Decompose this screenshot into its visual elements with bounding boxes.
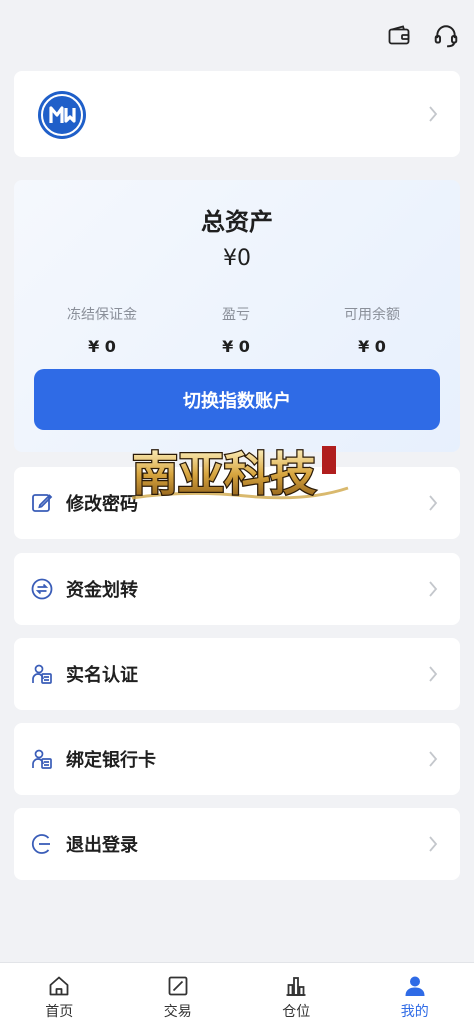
menu-item-label: 实名认证 xyxy=(66,665,138,686)
profit-loss-stat: 盈亏 ¥ 0 xyxy=(162,304,310,356)
available-balance-stat: 可用余额 ¥ 0 xyxy=(298,304,446,356)
menu-item-label: 资金划转 xyxy=(66,580,138,601)
chart-icon xyxy=(286,977,306,996)
watermark-logo: 南亚科技 xyxy=(131,446,349,502)
stat-value: ¥ 0 xyxy=(358,337,386,356)
chevron-right-icon xyxy=(429,495,438,511)
menu-item-fund-transfer[interactable]: 资金划转 xyxy=(14,553,460,625)
menu-item-logout[interactable]: 退出登录 xyxy=(14,808,460,880)
id-card-icon xyxy=(32,749,52,769)
id-card-icon xyxy=(32,664,52,684)
menu-item-bind-bank-card[interactable]: 绑定银行卡 xyxy=(14,723,460,795)
stat-value: ¥ 0 xyxy=(222,337,250,356)
stat-label: 可用余额 xyxy=(344,307,400,323)
stat-label: 冻结保证金 xyxy=(67,307,137,323)
chevron-right-icon xyxy=(429,666,438,682)
chevron-right-icon xyxy=(429,836,438,852)
tab-home[interactable]: 首页 xyxy=(0,963,119,1024)
headset-icon[interactable] xyxy=(432,22,460,50)
profile-card[interactable] xyxy=(14,71,460,157)
edit-icon xyxy=(32,494,53,512)
total-assets-title: 总资产 xyxy=(201,208,273,236)
tab-label: 交易 xyxy=(163,1004,192,1020)
chevron-right-icon xyxy=(429,581,438,597)
stat-label: 盈亏 xyxy=(222,307,250,323)
wallet-icon[interactable] xyxy=(385,22,413,50)
menu-item-label: 绑定银行卡 xyxy=(66,750,156,771)
menu-item-real-name-auth[interactable]: 实名认证 xyxy=(14,638,460,710)
tab-position[interactable]: 仓位 xyxy=(237,963,356,1024)
stat-value: ¥ 0 xyxy=(88,337,116,356)
tab-trade[interactable]: 交易 xyxy=(119,963,238,1024)
chevron-right-icon xyxy=(429,106,438,122)
bottom-tab-bar: 首页 交易 仓位 我的 xyxy=(0,962,474,1024)
switch-index-account-button[interactable]: 切换指数账户 xyxy=(34,369,440,430)
top-bar xyxy=(0,0,474,70)
brand-logo xyxy=(38,91,86,139)
frozen-margin-stat: 冻结保证金 ¥ 0 xyxy=(28,304,176,356)
user-icon xyxy=(405,976,425,996)
tab-label: 我的 xyxy=(400,1004,429,1020)
trade-icon xyxy=(168,976,188,996)
menu-item-label: 退出登录 xyxy=(66,835,138,856)
tab-label: 首页 xyxy=(45,1004,74,1020)
total-assets-card: 总资产 ¥0 冻结保证金 ¥ 0 盈亏 ¥ 0 可用余额 ¥ 0 切换指数账户 xyxy=(14,180,460,452)
chevron-right-icon xyxy=(429,751,438,767)
home-icon xyxy=(49,976,69,996)
svg-text:南亚科技: 南亚科技 xyxy=(132,447,316,501)
logout-icon xyxy=(31,834,50,854)
transfer-icon xyxy=(31,578,53,600)
total-assets-value: ¥0 xyxy=(223,246,251,271)
tab-label: 仓位 xyxy=(282,1004,311,1020)
tab-mine[interactable]: 我的 xyxy=(356,963,474,1024)
